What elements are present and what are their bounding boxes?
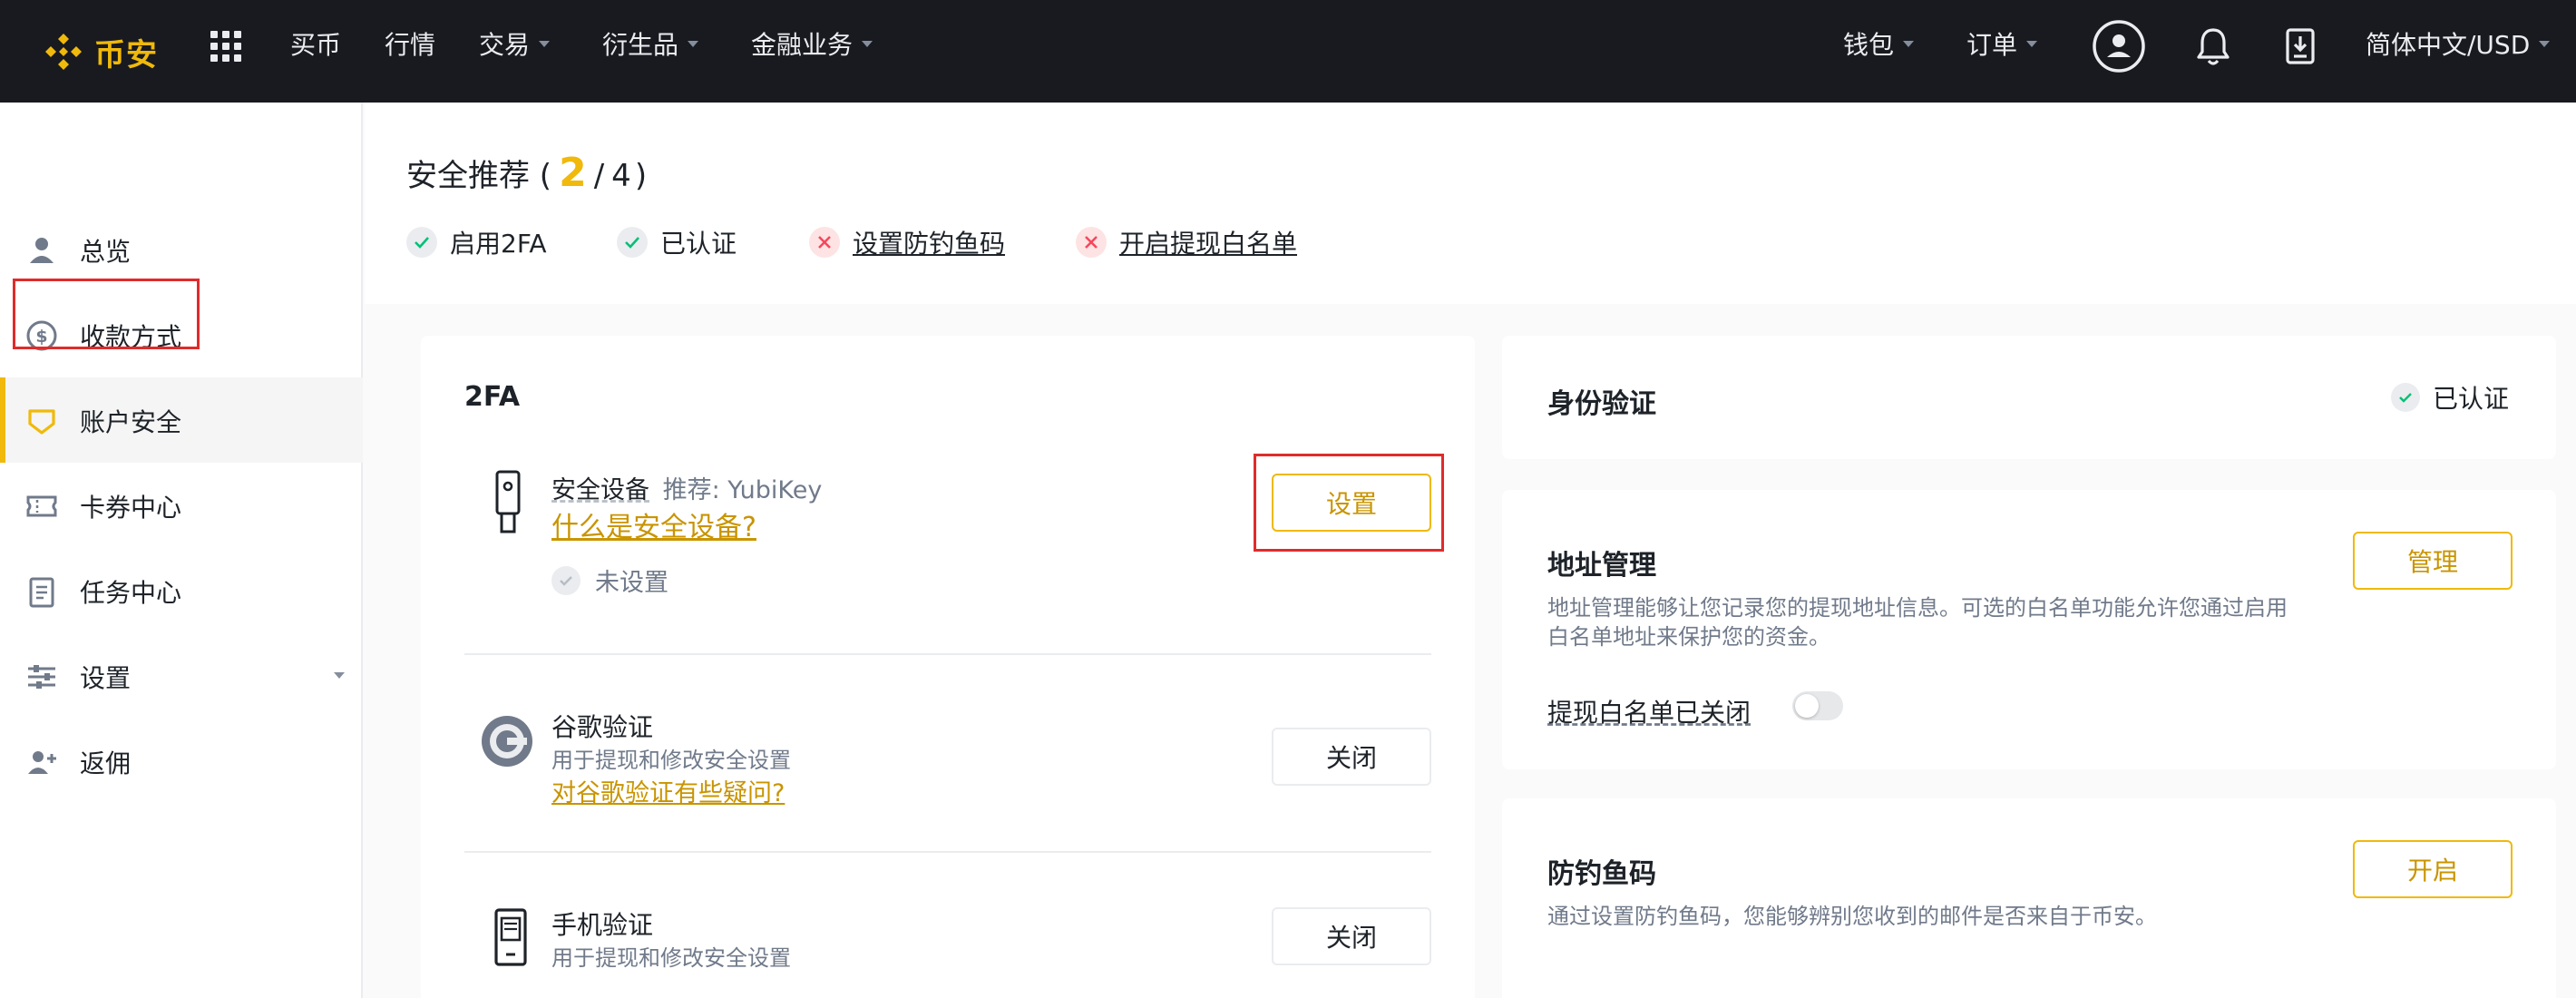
dollar-icon: $ [26, 320, 57, 351]
whitelist-status-label: 提现白名单已关闭 [1547, 698, 1751, 728]
sidebar-item-task-center[interactable]: 任务中心 [0, 548, 363, 633]
google-authenticator-icon [482, 716, 532, 767]
user-icon [30, 238, 54, 263]
address-management-card: 地址管理 地址管理能够让您记录您的提现地址信息。可选的白名单功能允许您通过启用 … [1502, 490, 2556, 769]
sliders-icon [28, 665, 55, 689]
checklist-icon [29, 577, 54, 608]
sidebar-item-label: 卡券中心 [80, 493, 182, 523]
chevron-down-icon [2026, 40, 2038, 47]
phone-icon [494, 908, 527, 966]
whitelist-toggle[interactable] [1792, 691, 1843, 720]
twofa-title: 2FA [464, 381, 521, 413]
sidebar-item-referral[interactable]: 返佣 [0, 719, 363, 804]
ticket-icon [26, 495, 57, 517]
binance-logo[interactable]: 币安 [40, 20, 158, 83]
chevron-down-icon [862, 40, 873, 47]
sidebar: 总览 $ 收款方式 账户安全 卡券中心 任务中心 设置 返佣 [0, 103, 363, 998]
svg-text:$: $ [35, 327, 47, 347]
check-item-whitelist[interactable]: 开启提现白名单 [1076, 224, 1297, 260]
chevron-down-icon [1903, 40, 1915, 47]
completed-count: 2 [559, 150, 587, 196]
total-count: 4 [611, 158, 631, 194]
user-plus-icon [28, 751, 56, 774]
sidebar-item-payment-methods[interactable]: $ 收款方式 [0, 292, 363, 377]
google-auth-help-link[interactable]: 对谷歌验证有些疑问? [551, 773, 785, 808]
google-auth-name: 谷歌验证 [551, 712, 654, 742]
check-item-antiphishing[interactable]: 设置防钓鱼码 [809, 224, 1005, 260]
divider [464, 653, 1431, 655]
nav-markets[interactable]: 行情 [385, 25, 435, 62]
check-icon [406, 227, 437, 258]
nav-wallet[interactable]: 钱包 [1843, 25, 1915, 62]
enable-antiphishing-button[interactable]: 开启 [2353, 840, 2513, 898]
chevron-down-icon [688, 40, 699, 47]
top-navbar: 币安 买币 行情 交易 衍生品 金融业务 钱包 订单 简体中文/USD [0, 0, 2576, 103]
close-icon [1076, 227, 1107, 258]
nav-trade[interactable]: 交易 [479, 25, 551, 62]
enable-whitelist-link[interactable]: 开启提现白名单 [1119, 224, 1297, 260]
sidebar-item-label: 收款方式 [80, 322, 182, 352]
sidebar-item-label: 总览 [80, 237, 132, 267]
disable-phone-auth-button[interactable]: 关闭 [1272, 907, 1431, 965]
identity-title: 身份验证 [1547, 388, 1656, 420]
security-recommendation-title: 安全推荐 ( 2 / 4 ) [406, 150, 648, 196]
chevron-down-icon [2539, 40, 2551, 47]
user-avatar-icon[interactable] [2092, 19, 2146, 73]
sidebar-item-label: 返佣 [80, 748, 132, 778]
twofa-card: 2FA 安全设备 推荐: YubiKey 什么是安全设备? 未设置 设置 谷歌验… [421, 336, 1475, 998]
chevron-down-icon [334, 672, 345, 679]
sidebar-item-settings[interactable]: 设置 [0, 633, 363, 719]
download-icon[interactable] [2273, 19, 2327, 73]
setup-antiphishing-link[interactable]: 设置防钓鱼码 [853, 224, 1005, 260]
user-avatar-icon-svg [2093, 20, 2145, 73]
nav-buy-crypto[interactable]: 买币 [290, 25, 341, 62]
what-is-security-device-link[interactable]: 什么是安全设备? [551, 504, 756, 544]
brand-name: 币安 [94, 36, 158, 73]
shield-icon [28, 409, 55, 435]
sidebar-item-coupon-center[interactable]: 卡券中心 [0, 463, 363, 548]
identity-verification-card: 身份验证 已认证 [1502, 336, 2556, 459]
phone-auth-name: 手机验证 [551, 910, 654, 940]
manage-address-button[interactable]: 管理 [2353, 532, 2513, 590]
security-device-recommend: 推荐: YubiKey [662, 476, 823, 504]
google-auth-desc: 用于提现和修改安全设置 [551, 748, 791, 773]
sidebar-item-account-security[interactable]: 账户安全 [0, 377, 363, 463]
identity-status: 已认证 [2391, 379, 2509, 416]
security-device-name: 安全设备 [551, 476, 649, 504]
address-desc-line1: 地址管理能够让您记录您的提现地址信息。可选的白名单功能允许您通过启用 [1547, 595, 2288, 621]
apps-grid-icon[interactable] [210, 31, 241, 62]
divider [464, 851, 1431, 853]
check-icon [551, 565, 581, 595]
nav-finance[interactable]: 金融业务 [751, 25, 873, 62]
check-icon [617, 227, 648, 258]
security-key-icon [495, 470, 521, 533]
setup-security-device-button[interactable]: 设置 [1272, 474, 1431, 532]
phone-auth-desc: 用于提现和修改安全设置 [551, 945, 791, 971]
sidebar-item-label: 任务中心 [80, 578, 182, 608]
security-recommendation-panel: 安全推荐 ( 2 / 4 ) 启用2FA 已认证 设置防钓鱼码 开启提现白名单 [365, 103, 2576, 304]
check-item-verified: 已认证 [617, 224, 737, 260]
antiphishing-desc: 通过设置防钓鱼码，您能够辨别您收到的邮件是否来自于币安。 [1547, 904, 2157, 929]
antiphishing-card: 防钓鱼码 通过设置防钓鱼码，您能够辨别您收到的邮件是否来自于币安。 开启 [1502, 798, 2556, 998]
binance-logo-icon [45, 34, 82, 70]
language-currency-selector[interactable]: 简体中文/USD [2366, 25, 2551, 62]
security-device-row: 安全设备 推荐: YubiKey [551, 470, 822, 505]
check-item-2fa: 启用2FA [406, 224, 547, 260]
sidebar-item-label: 设置 [80, 663, 132, 693]
nav-orders[interactable]: 订单 [1966, 25, 2038, 62]
sidebar-item-overview[interactable]: 总览 [0, 207, 363, 292]
check-icon [2391, 383, 2420, 412]
nav-derivatives[interactable]: 衍生品 [602, 25, 699, 62]
antiphishing-title: 防钓鱼码 [1547, 858, 1656, 890]
disable-google-auth-button[interactable]: 关闭 [1272, 728, 1431, 786]
sidebar-item-label: 账户安全 [80, 407, 182, 437]
address-title: 地址管理 [1547, 550, 1656, 582]
address-desc-line2: 白名单地址来保护您的资金。 [1547, 624, 1830, 650]
security-device-status: 未设置 [551, 563, 668, 598]
chevron-down-icon [539, 40, 551, 47]
close-icon [809, 227, 840, 258]
bell-icon[interactable] [2186, 19, 2240, 73]
